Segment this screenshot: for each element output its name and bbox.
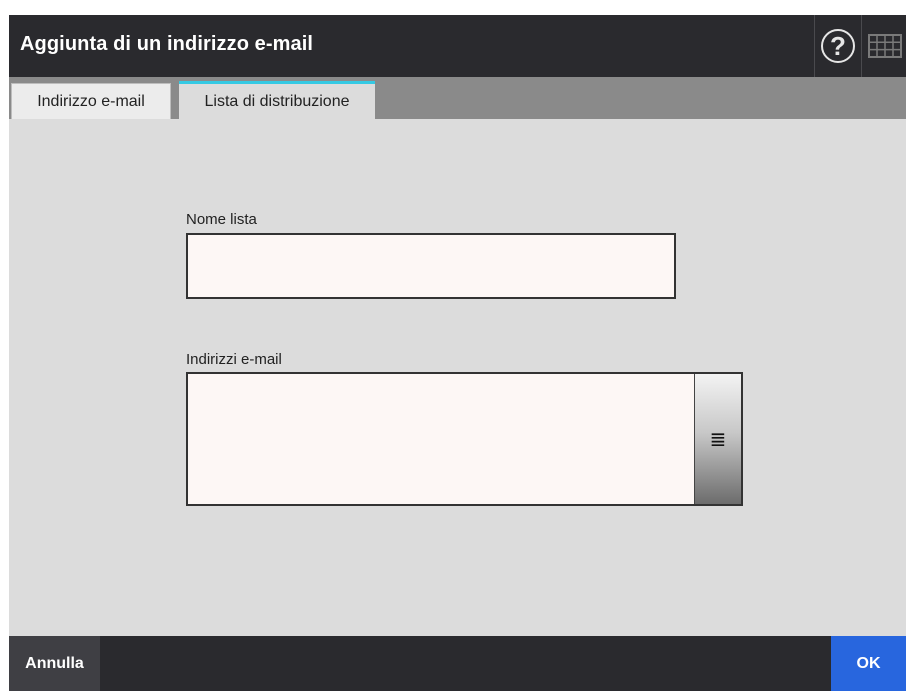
email-addresses-field[interactable]: ≣ (186, 372, 743, 506)
emails-label: Indirizzi e-mail (186, 351, 282, 368)
help-button[interactable]: ? (814, 15, 861, 77)
ok-button[interactable]: OK (831, 636, 906, 691)
dialog-window: Aggiunta di un indirizzo e-mail ? Indiri… (9, 15, 906, 691)
tab-bar: Indirizzo e-mail Lista di distribuzione (9, 77, 906, 119)
list-select-icon: ≣ (709, 428, 727, 451)
footer-bar: Annulla OK (9, 636, 906, 691)
list-name-input[interactable] (186, 233, 676, 299)
cancel-button[interactable]: Annulla (9, 636, 100, 691)
help-icon: ? (821, 29, 855, 63)
keyboard-icon (867, 34, 902, 58)
keyboard-button[interactable] (861, 15, 906, 77)
email-list-button[interactable]: ≣ (694, 374, 741, 504)
tab-distribution-list[interactable]: Lista di distribuzione (179, 81, 375, 119)
title-bar: Aggiunta di un indirizzo e-mail ? (9, 15, 906, 77)
window-title: Aggiunta di un indirizzo e-mail (20, 33, 314, 55)
tab-email-address[interactable]: Indirizzo e-mail (11, 83, 171, 119)
list-name-label: Nome lista (186, 211, 257, 228)
